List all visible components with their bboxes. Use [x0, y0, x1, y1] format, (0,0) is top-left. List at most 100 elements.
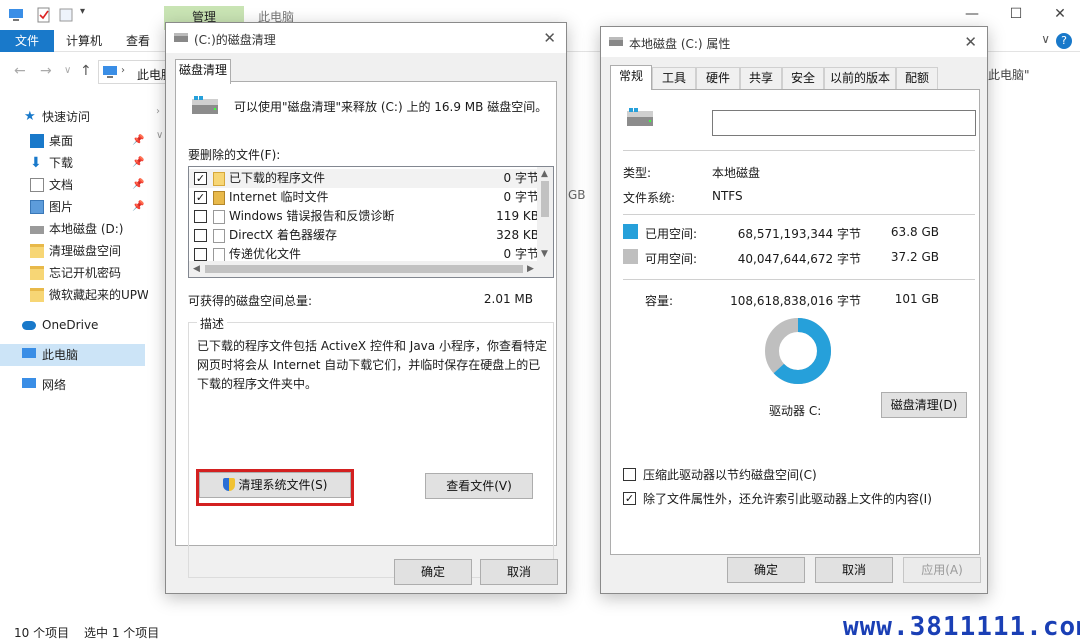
nav-item-documents[interactable]: 文档 📌 — [0, 174, 148, 196]
ok-button[interactable]: 确定 — [727, 557, 805, 583]
allow-indexing-checkbox[interactable]: ✓ — [623, 492, 636, 505]
dialog-title: (C:)的磁盘清理 — [194, 33, 276, 47]
file-icon — [213, 210, 225, 224]
nav-item-desktop[interactable]: 桌面 📌 — [0, 130, 148, 152]
tab-sharing[interactable]: 共享 — [740, 67, 782, 89]
nav-item-this-pc[interactable]: 此电脑 — [0, 344, 145, 366]
scroll-left-icon[interactable]: ◀ — [193, 264, 200, 274]
ribbon-tab-file[interactable]: 文件 — [0, 30, 54, 52]
ok-button[interactable]: 确定 — [394, 559, 472, 585]
pin-icon[interactable]: 📌 — [132, 174, 144, 196]
nav-item-label: 文档 — [49, 178, 74, 192]
cancel-button[interactable]: 取消 — [815, 557, 893, 583]
files-to-delete-label: 要删除的文件(F): — [188, 148, 281, 162]
space-usage-donut — [765, 318, 831, 384]
maximize-icon[interactable]: ☐ — [996, 4, 1036, 26]
tab-disk-cleanup[interactable]: 磁盘清理 — [175, 59, 231, 84]
tab-previous-versions[interactable]: 以前的版本 — [824, 67, 896, 89]
minimize-icon[interactable]: — — [952, 4, 992, 26]
list-item[interactable]: DirectX 着色器缓存 328 KB — [189, 226, 539, 245]
total-space-value: 2.01 MB — [483, 292, 533, 306]
disk-cleanup-button[interactable]: 磁盘清理(D) — [881, 392, 967, 418]
close-icon[interactable]: ✕ — [964, 33, 977, 51]
nav-item-label: 忘记开机密码 — [49, 266, 122, 280]
quick-access-dropdown-icon[interactable]: ▾ — [80, 6, 85, 17]
forward-icon[interactable]: → — [40, 63, 52, 79]
file-list[interactable]: ✓ 已下载的程序文件 0 字节 ✓ Internet 临时文件 0 字节 Win… — [188, 166, 554, 278]
file-size: 0 字节 — [503, 171, 539, 185]
highlight-frame — [196, 469, 354, 506]
recent-dropdown-icon[interactable]: ∨ — [64, 65, 71, 76]
horizontal-scrollbar[interactable]: ◀ ▶ — [189, 261, 553, 277]
nav-item-onedrive[interactable]: OneDrive — [0, 314, 148, 336]
nav-item-pictures[interactable]: 图片 📌 — [0, 196, 148, 218]
nav-item-quick-access[interactable]: ★ 快速访问 — [0, 106, 148, 128]
breadcrumb-chevron-icon[interactable]: › — [121, 65, 125, 76]
help-icon[interactable]: ? — [1056, 33, 1072, 49]
nav-item-folder-password[interactable]: 忘记开机密码 — [0, 262, 148, 284]
type-value: 本地磁盘 — [712, 166, 761, 180]
nav-item-folder-cleanup[interactable]: 清理磁盘空间 — [0, 240, 148, 262]
tab-hardware[interactable]: 硬件 — [696, 67, 740, 89]
file-size: 0 字节 — [503, 190, 539, 204]
tab-general[interactable]: 常规 — [610, 65, 652, 90]
up-icon[interactable]: ↑ — [80, 63, 92, 79]
file-checkbox[interactable]: ✓ — [194, 191, 207, 204]
properties-icon[interactable] — [36, 7, 52, 23]
pin-icon[interactable]: 📌 — [132, 152, 144, 174]
ribbon-tab-computer[interactable]: 计算机 — [66, 30, 102, 52]
ribbon-expand-icon[interactable]: ∨ — [1041, 32, 1050, 46]
scroll-up-icon[interactable]: ▲ — [541, 169, 548, 179]
ribbon-tab-view[interactable]: 查看 — [126, 30, 150, 52]
file-checkbox[interactable] — [194, 229, 207, 242]
file-checkbox[interactable] — [194, 248, 207, 261]
nav-item-folder-upwi[interactable]: 微软藏起来的UPWI — [0, 284, 148, 306]
cancel-button[interactable]: 取消 — [480, 559, 558, 585]
scroll-thumb[interactable] — [205, 265, 523, 273]
allow-indexing-label[interactable]: 除了文件属性外，还允许索引此驱动器上文件的内容(I) — [643, 490, 932, 507]
nav-item-downloads[interactable]: ⬇ 下载 📌 — [0, 152, 148, 174]
back-icon[interactable]: ← — [14, 63, 26, 79]
tab-security[interactable]: 安全 — [782, 67, 824, 89]
list-item[interactable]: ✓ 已下载的程序文件 0 字节 — [189, 169, 539, 188]
item-count: 10 个项目 — [14, 626, 70, 640]
close-icon[interactable]: ✕ — [1040, 4, 1080, 26]
compress-drive-checkbox[interactable] — [623, 468, 636, 481]
file-checkbox[interactable] — [194, 210, 207, 223]
close-icon[interactable]: ✕ — [543, 29, 556, 47]
divider — [623, 279, 975, 280]
chevron-down-icon[interactable]: ∨ — [156, 130, 163, 141]
nav-item-label: 此电脑 — [42, 348, 79, 362]
nav-item-label: 桌面 — [49, 134, 74, 148]
scroll-thumb[interactable] — [541, 181, 549, 217]
computer-icon — [22, 348, 36, 358]
pin-icon[interactable]: 📌 — [132, 196, 144, 218]
nav-item-label: 图片 — [49, 200, 74, 214]
pin-icon[interactable]: 📌 — [132, 130, 144, 152]
file-checkbox[interactable]: ✓ — [194, 172, 207, 185]
vertical-scrollbar[interactable]: ▲ ▼ — [537, 167, 553, 263]
new-folder-icon[interactable] — [58, 7, 74, 23]
list-item[interactable]: ✓ Internet 临时文件 0 字节 — [189, 188, 539, 207]
selected-count: 选中 1 个项目 — [84, 626, 160, 640]
chevron-right-icon[interactable]: › — [156, 106, 160, 117]
drive-icon — [609, 37, 623, 46]
scroll-right-icon[interactable]: ▶ — [527, 264, 534, 274]
nav-item-drive-d[interactable]: 本地磁盘 (D:) — [0, 218, 148, 240]
view-files-button[interactable]: 查看文件(V) — [425, 473, 533, 499]
list-item[interactable]: Windows 错误报告和反馈诊断 119 KB — [189, 207, 539, 226]
drive-size-text: GB — [568, 188, 586, 202]
tab-quota[interactable]: 配额 — [896, 67, 938, 89]
tab-tools[interactable]: 工具 — [652, 67, 696, 89]
description-group: 描述 已下载的程序文件包括 ActiveX 控件和 Java 小程序，你查看特定… — [188, 315, 554, 578]
apply-button[interactable]: 应用(A) — [903, 557, 981, 583]
nav-item-label: 本地磁盘 (D:) — [49, 222, 124, 236]
scroll-down-icon[interactable]: ▼ — [541, 249, 548, 259]
star-icon: ★ — [24, 109, 36, 124]
compress-drive-label[interactable]: 压缩此驱动器以节约磁盘空间(C) — [643, 466, 817, 483]
drive-letter-label: 驱动器 C: — [769, 404, 822, 418]
general-panel: 类型: 本地磁盘 文件系统: NTFS 已用空间: 68,571,193,344… — [610, 89, 980, 555]
drive-name-input[interactable] — [712, 110, 976, 136]
tab-strip: 磁盘清理 — [175, 59, 557, 84]
nav-item-network[interactable]: 网络 — [0, 374, 148, 396]
